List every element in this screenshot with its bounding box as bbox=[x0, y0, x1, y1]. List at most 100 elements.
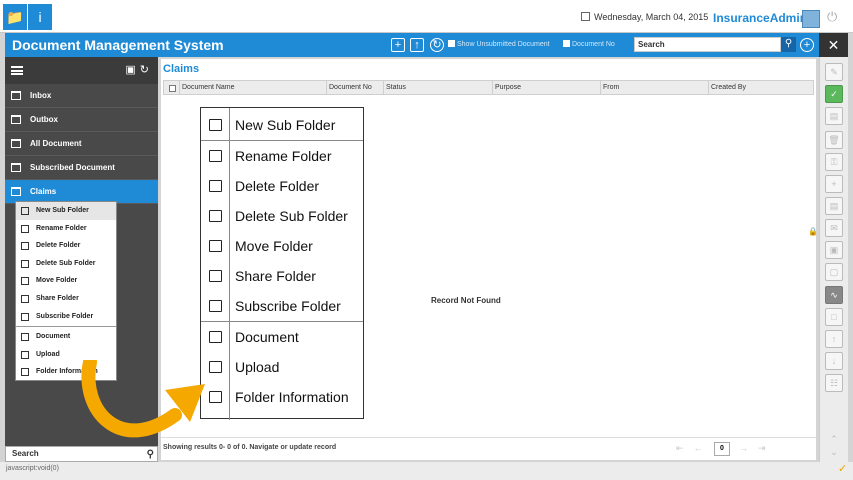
delete-subfolder-icon bbox=[209, 210, 222, 222]
username-label[interactable]: InsuranceAdmin bbox=[713, 11, 807, 25]
edit-icon[interactable]: ✎ bbox=[825, 63, 843, 81]
big-menu-item-delete-sub-folder[interactable]: Delete Sub Folder bbox=[201, 201, 363, 231]
pagination-footer: Showing results 0- 0 of 0. Navigate or u… bbox=[161, 437, 816, 460]
menu-item-document[interactable]: Document bbox=[16, 328, 116, 346]
document-icon[interactable]: ▤ bbox=[825, 107, 843, 125]
rename-folder-icon bbox=[209, 150, 222, 162]
download-icon[interactable]: ↓ bbox=[825, 352, 843, 370]
top-bar: 📁 i Wednesday, March 04, 2015 InsuranceA… bbox=[0, 0, 853, 33]
big-menu-item-new-sub-folder[interactable]: New Sub Folder bbox=[201, 110, 363, 140]
zoom-icon[interactable]: + bbox=[800, 38, 814, 52]
upload-icon[interactable]: ↑ bbox=[825, 330, 843, 348]
upload-icon[interactable]: ↑ bbox=[410, 38, 424, 52]
add-file-icon[interactable]: + bbox=[825, 175, 843, 193]
folder-icon bbox=[209, 119, 222, 131]
move-folder-icon bbox=[21, 277, 29, 286]
menu-divider bbox=[16, 326, 116, 328]
sidebar-item-outbox[interactable]: Outbox bbox=[5, 108, 158, 132]
lock-icon[interactable]: 🔒 bbox=[808, 227, 818, 236]
info-icon[interactable]: i bbox=[28, 4, 52, 30]
subscribed-icon bbox=[11, 163, 21, 172]
new-document-icon[interactable]: + bbox=[391, 38, 405, 52]
show-unsubmitted-checkbox[interactable]: Show Unsubmitted Document bbox=[448, 40, 550, 48]
empty-message: Record Not Found bbox=[431, 296, 501, 305]
sidebar-item-inbox[interactable]: Inbox bbox=[5, 84, 158, 108]
page-prev-icons[interactable]: ⇤← bbox=[676, 443, 713, 454]
big-menu-item-share-folder[interactable]: Share Folder bbox=[201, 261, 363, 291]
big-menu-item-subscribe-folder[interactable]: Subscribe Folder bbox=[201, 291, 363, 321]
column-purpose[interactable]: Purpose bbox=[495, 84, 521, 99]
screen-icon[interactable]: ▢ bbox=[825, 263, 843, 281]
big-menu-item-rename-folder[interactable]: Rename Folder bbox=[201, 141, 363, 171]
document-no-checkbox[interactable]: Document No bbox=[563, 40, 615, 48]
small-context-menu: New Sub Folder Rename Folder Delete Fold… bbox=[15, 201, 117, 381]
delete-subfolder-icon bbox=[21, 259, 29, 268]
all-document-icon bbox=[11, 139, 21, 148]
outbox-icon bbox=[11, 115, 21, 124]
avatar[interactable] bbox=[802, 10, 820, 28]
power-icon[interactable]: ⏻ bbox=[827, 9, 837, 25]
column-document-no[interactable]: Document No bbox=[329, 84, 372, 99]
rename-folder-icon bbox=[21, 224, 29, 233]
check-document-icon[interactable]: ✓ bbox=[825, 85, 843, 103]
folder-icon bbox=[11, 187, 21, 196]
comment-icon[interactable]: ▣ bbox=[825, 241, 843, 259]
status-bar: javascript:void(0) bbox=[0, 462, 853, 480]
menu-item-move-folder[interactable]: Move Folder bbox=[16, 272, 116, 290]
big-menu-item-upload[interactable]: Upload bbox=[201, 352, 363, 382]
column-created-by[interactable]: Created By bbox=[711, 84, 746, 99]
page-next-icons[interactable]: →⇥ bbox=[739, 443, 776, 454]
menu-item-new-sub-folder[interactable]: New Sub Folder bbox=[16, 202, 116, 220]
enlarged-context-menu: New Sub Folder Rename Folder Delete Fold… bbox=[200, 107, 364, 420]
breadcrumb[interactable]: Claims bbox=[163, 63, 199, 75]
document-icon bbox=[209, 331, 222, 343]
hierarchy-icon[interactable]: ☷ bbox=[825, 374, 843, 392]
hamburger-icon[interactable] bbox=[11, 66, 23, 75]
app-title: Document Management System bbox=[12, 37, 224, 53]
menu-item-delete-folder[interactable]: Delete Folder bbox=[16, 237, 116, 255]
big-menu-item-delete-folder[interactable]: Delete Folder bbox=[201, 171, 363, 201]
menu-item-subscribe-folder[interactable]: Subscribe Folder bbox=[16, 308, 116, 326]
menu-item-share-folder[interactable]: Share Folder bbox=[16, 290, 116, 308]
sidebar-action-icons[interactable]: ▣↻ bbox=[125, 63, 153, 76]
column-document-name[interactable]: Document Name bbox=[182, 84, 235, 99]
info-icon bbox=[21, 368, 29, 377]
search-input[interactable]: Search bbox=[634, 37, 781, 52]
table-header: Document Name Document No Status Purpose… bbox=[163, 80, 814, 95]
upload-icon bbox=[21, 350, 29, 359]
right-action-panel: ✎ ✓ ▤ 🗑 ⚿ + ▤ ✉ ▣ ▢ ∿ □ ↑ ↓ ☷ ⌃ ⌄ bbox=[819, 57, 848, 462]
menu-item-rename-folder[interactable]: Rename Folder bbox=[16, 220, 116, 238]
close-icon[interactable]: ✕ bbox=[819, 33, 848, 57]
select-all-checkbox[interactable] bbox=[169, 85, 176, 92]
page-select[interactable]: 0 bbox=[714, 442, 730, 456]
big-menu-item-document[interactable]: Document bbox=[201, 322, 363, 352]
file-icon[interactable]: ▤ bbox=[825, 197, 843, 215]
checkmark-icon: ✓ bbox=[838, 463, 848, 475]
column-status[interactable]: Status bbox=[386, 84, 406, 99]
rss-icon[interactable]: ∿ bbox=[825, 286, 843, 304]
sidebar-item-subscribed-document[interactable]: Subscribed Document bbox=[5, 156, 158, 180]
subscribe-folder-icon bbox=[209, 300, 222, 312]
date-display: Wednesday, March 04, 2015 bbox=[581, 12, 708, 22]
folder-icon bbox=[21, 207, 29, 215]
document-icon bbox=[21, 333, 29, 342]
column-from[interactable]: From bbox=[603, 84, 619, 99]
folder-icon[interactable]: 📁 bbox=[3, 4, 27, 30]
mail-icon[interactable]: ✉ bbox=[825, 219, 843, 237]
menu-item-delete-sub-folder[interactable]: Delete Sub Folder bbox=[16, 255, 116, 273]
status-text: javascript:void(0) bbox=[6, 465, 59, 472]
big-menu-item-move-folder[interactable]: Move Folder bbox=[201, 231, 363, 261]
refresh-icon[interactable]: ↻ bbox=[430, 38, 444, 52]
chevron-down-icon[interactable]: ⌄ bbox=[825, 444, 843, 462]
big-menu-item-folder-information[interactable]: Folder Information bbox=[201, 382, 363, 412]
share-folder-icon bbox=[209, 270, 222, 282]
share-folder-icon bbox=[21, 294, 29, 303]
search-icon[interactable]: ⚲ bbox=[781, 37, 796, 52]
callout-arrow bbox=[81, 360, 205, 438]
delete-icon[interactable]: 🗑 bbox=[825, 131, 843, 149]
app-bar: Document Management System + ↑ ↻ Show Un… bbox=[5, 33, 819, 57]
sidebar-item-all-document[interactable]: All Document bbox=[5, 132, 158, 156]
sidebar-toolbar: ▣↻ bbox=[5, 57, 158, 84]
copy-icon[interactable]: □ bbox=[825, 308, 843, 326]
key-icon[interactable]: ⚿ bbox=[825, 153, 843, 171]
